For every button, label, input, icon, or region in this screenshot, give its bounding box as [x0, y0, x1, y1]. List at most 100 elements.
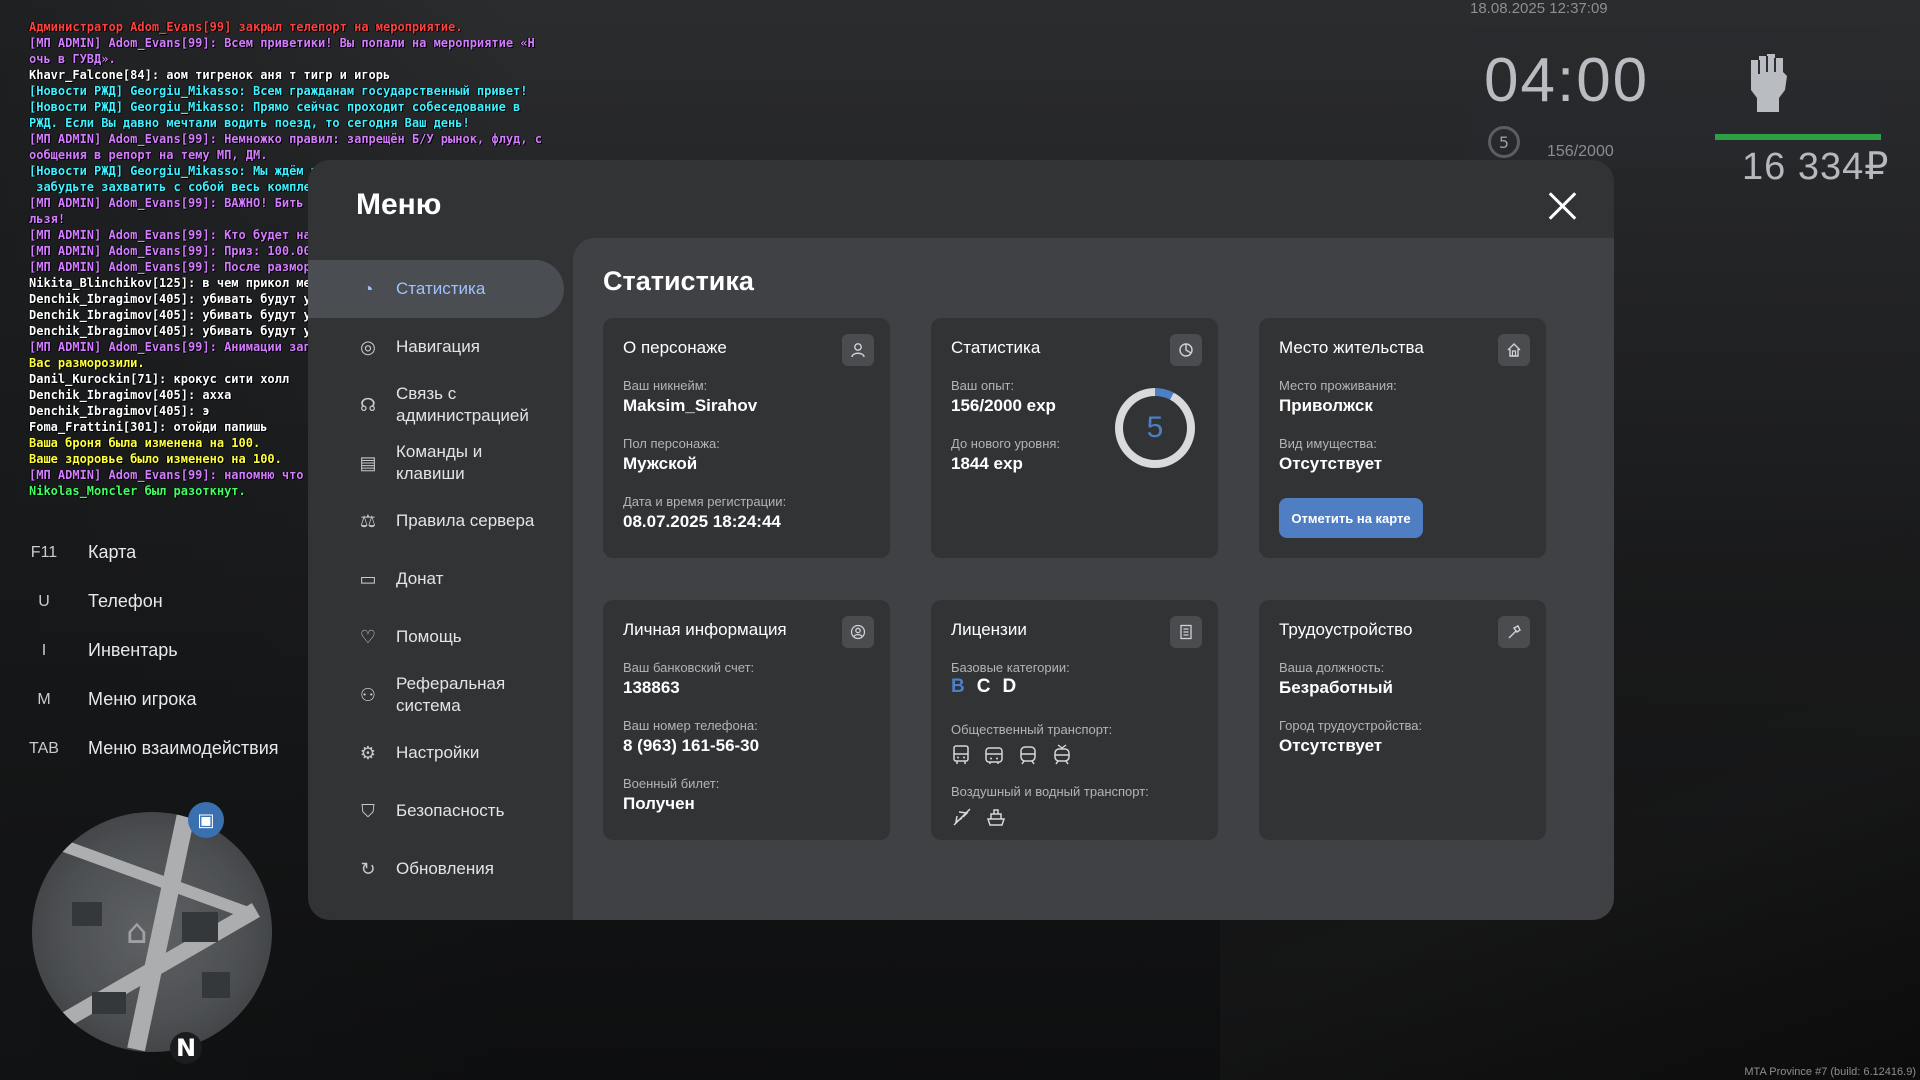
bus-icon — [951, 744, 971, 771]
card-title: О персонаже — [623, 338, 727, 357]
chat-line: Администратор Adom_Evans[99] закрыл теле… — [29, 20, 463, 34]
property-label: Вид имущества: — [1279, 436, 1377, 451]
license-categories: BCD — [951, 676, 1016, 698]
headset-icon: ☊ — [360, 394, 376, 415]
place-label: Место проживания: — [1279, 378, 1397, 393]
nav-label: Безопасность — [396, 801, 505, 820]
nav-label: Команды и клавиши — [396, 442, 483, 483]
job-city-label: Город трудоустройства: — [1279, 718, 1423, 733]
key-action: Карта — [88, 542, 137, 562]
document-icon: ▤ — [359, 452, 377, 473]
heart-hands-icon: ♡ — [359, 626, 377, 647]
nav-item[interactable]: ⛉ Безопасность — [308, 782, 568, 840]
build-watermark: MTA Province #7 (build: 6.12416.9) — [1744, 1066, 1916, 1078]
card-personal: Личная информация Ваш банковский счет: 1… — [603, 600, 890, 840]
north-indicator: N — [170, 1032, 202, 1064]
stats-panel: Статистика О персонаже Ваш никнейм: Maks… — [573, 238, 1614, 920]
bus-marker-icon: ▣ — [188, 802, 224, 838]
home-icon — [1498, 334, 1530, 366]
key-label: F11 — [30, 543, 58, 561]
hammer-icon — [1498, 616, 1530, 648]
hud-datetime: 18.08.2025 12:37:09 — [1470, 0, 1608, 17]
property-value: Отсутствует — [1279, 454, 1383, 473]
hud-money: 16 334₽ — [1742, 146, 1890, 188]
card-licenses: Лицензии Базовые категории: BCD Обществе… — [931, 600, 1218, 840]
card-title: Личная информация — [623, 620, 787, 639]
chat-line: [Новости РЖД] Georgiu_Mikasso: Всем граж… — [29, 84, 528, 98]
nav-item[interactable]: ◔ Статистика — [308, 260, 564, 318]
bank-label: Ваш банковский счет: — [623, 660, 755, 675]
public-transport-icons — [951, 744, 1073, 771]
military-value: Получен — [623, 794, 695, 813]
user-circle-icon — [842, 616, 874, 648]
key-action: Инвентарь — [88, 640, 178, 660]
hud-level: 5 — [1498, 132, 1510, 152]
card-title: Лицензии — [951, 620, 1027, 639]
level-number: 5 — [1123, 396, 1187, 460]
gender-value: Мужской — [623, 454, 698, 473]
key-label: U — [38, 592, 50, 610]
nav-label: Правила сервера — [396, 511, 535, 530]
nav-label: Обновления — [396, 859, 494, 878]
position-label: Ваша должность: — [1279, 660, 1385, 675]
nav-item[interactable]: ⚖ Правила сервера — [308, 492, 568, 550]
nav-label: Связь с администрацией — [396, 384, 529, 425]
nav-label: Реферальная система — [396, 674, 506, 715]
nav-label: Донат — [396, 569, 444, 588]
card-title: Место жительства — [1279, 338, 1424, 357]
chat-line: [МП ADMIN] Adom_Evans[99]: Всем приветик… — [29, 36, 535, 50]
gender-label: Пол персонажа: — [623, 436, 720, 451]
phone-label: Ваш номер телефона: — [623, 718, 758, 733]
health-bar — [1715, 134, 1881, 140]
air-water-transport-label: Воздушный и водный транспорт: — [951, 784, 1149, 799]
shield-icon: ⛉ — [361, 800, 375, 821]
nav-label: Помощь — [396, 627, 462, 646]
key-hint-phone: U Телефон — [22, 577, 279, 626]
mark-on-map-button[interactable]: Отметить на карте — [1279, 498, 1423, 538]
phone-value: 8 (963) 161-56-30 — [623, 736, 760, 755]
plane-icon — [951, 806, 973, 833]
gear-icon: ⚙ — [359, 742, 377, 763]
fist-icon — [1743, 50, 1793, 116]
nav-item[interactable]: ▤ Команды и клавиши — [308, 434, 568, 492]
chat-line: Khavr_Falcone[84]: аом тигренок аня т ти… — [29, 68, 391, 82]
job-city-value: Отсутствует — [1279, 736, 1383, 755]
wallet-icon: ▭ — [359, 568, 377, 589]
nav-item[interactable]: ▭ Донат — [308, 550, 568, 608]
reg-value: 08.07.2025 18:24:44 — [623, 512, 781, 531]
card-residence: Место жительства Место проживания: Приво… — [1259, 318, 1546, 558]
base-categories-label: Базовые категории: — [951, 660, 1070, 675]
close-icon[interactable] — [1546, 190, 1578, 222]
user-icon — [842, 334, 874, 366]
chat-line: [Новости РЖД] Georgiu_Mikasso: Прямо сей… — [29, 100, 521, 114]
nav-item[interactable]: ☊ Связь с администрацией — [308, 376, 568, 434]
place-value: Приволжск — [1279, 396, 1373, 415]
key-action: Телефон — [88, 591, 163, 611]
key-label: I — [41, 641, 47, 659]
trolleybus-icon — [983, 744, 1005, 771]
bank-value: 138863 — [623, 678, 680, 697]
pie-chart-icon — [1170, 334, 1202, 366]
refresh-icon: ↻ — [360, 858, 376, 879]
nav-item[interactable]: ◎ Навигация — [308, 318, 568, 376]
key-action: Меню взаимодействия — [88, 738, 279, 758]
train-icon — [1017, 744, 1039, 771]
hud-exp: 156/2000 — [1547, 143, 1614, 160]
position-value: Безработный — [1279, 678, 1393, 697]
key-label: M — [37, 690, 51, 708]
pie-chart-icon: ◔ — [362, 278, 374, 299]
key-action: Меню игрока — [88, 689, 197, 709]
next-level-value: 1844 exp — [951, 454, 1023, 473]
level-progress-ring: 5 — [1115, 388, 1195, 468]
nav-item[interactable]: ↻ Обновления — [308, 840, 568, 898]
house-icon: ⌂ — [126, 912, 148, 952]
nav-item[interactable]: ♡ Помощь — [308, 608, 568, 666]
license-category: C — [976, 676, 991, 697]
nick-label: Ваш никнейм: — [623, 378, 708, 393]
card-character: О персонаже Ваш никнейм: Maksim_Sirahov … — [603, 318, 890, 558]
nav-label: Навигация — [396, 337, 480, 356]
key-hints: F11 Карта U Телефон I Инвентарь M Меню игрок… — [22, 528, 279, 773]
nav-item[interactable]: ⚇ Реферальная система — [308, 666, 568, 724]
nav-item[interactable]: ⚙ Настройки — [308, 724, 568, 782]
minimap: ⌂ — [32, 812, 272, 1052]
